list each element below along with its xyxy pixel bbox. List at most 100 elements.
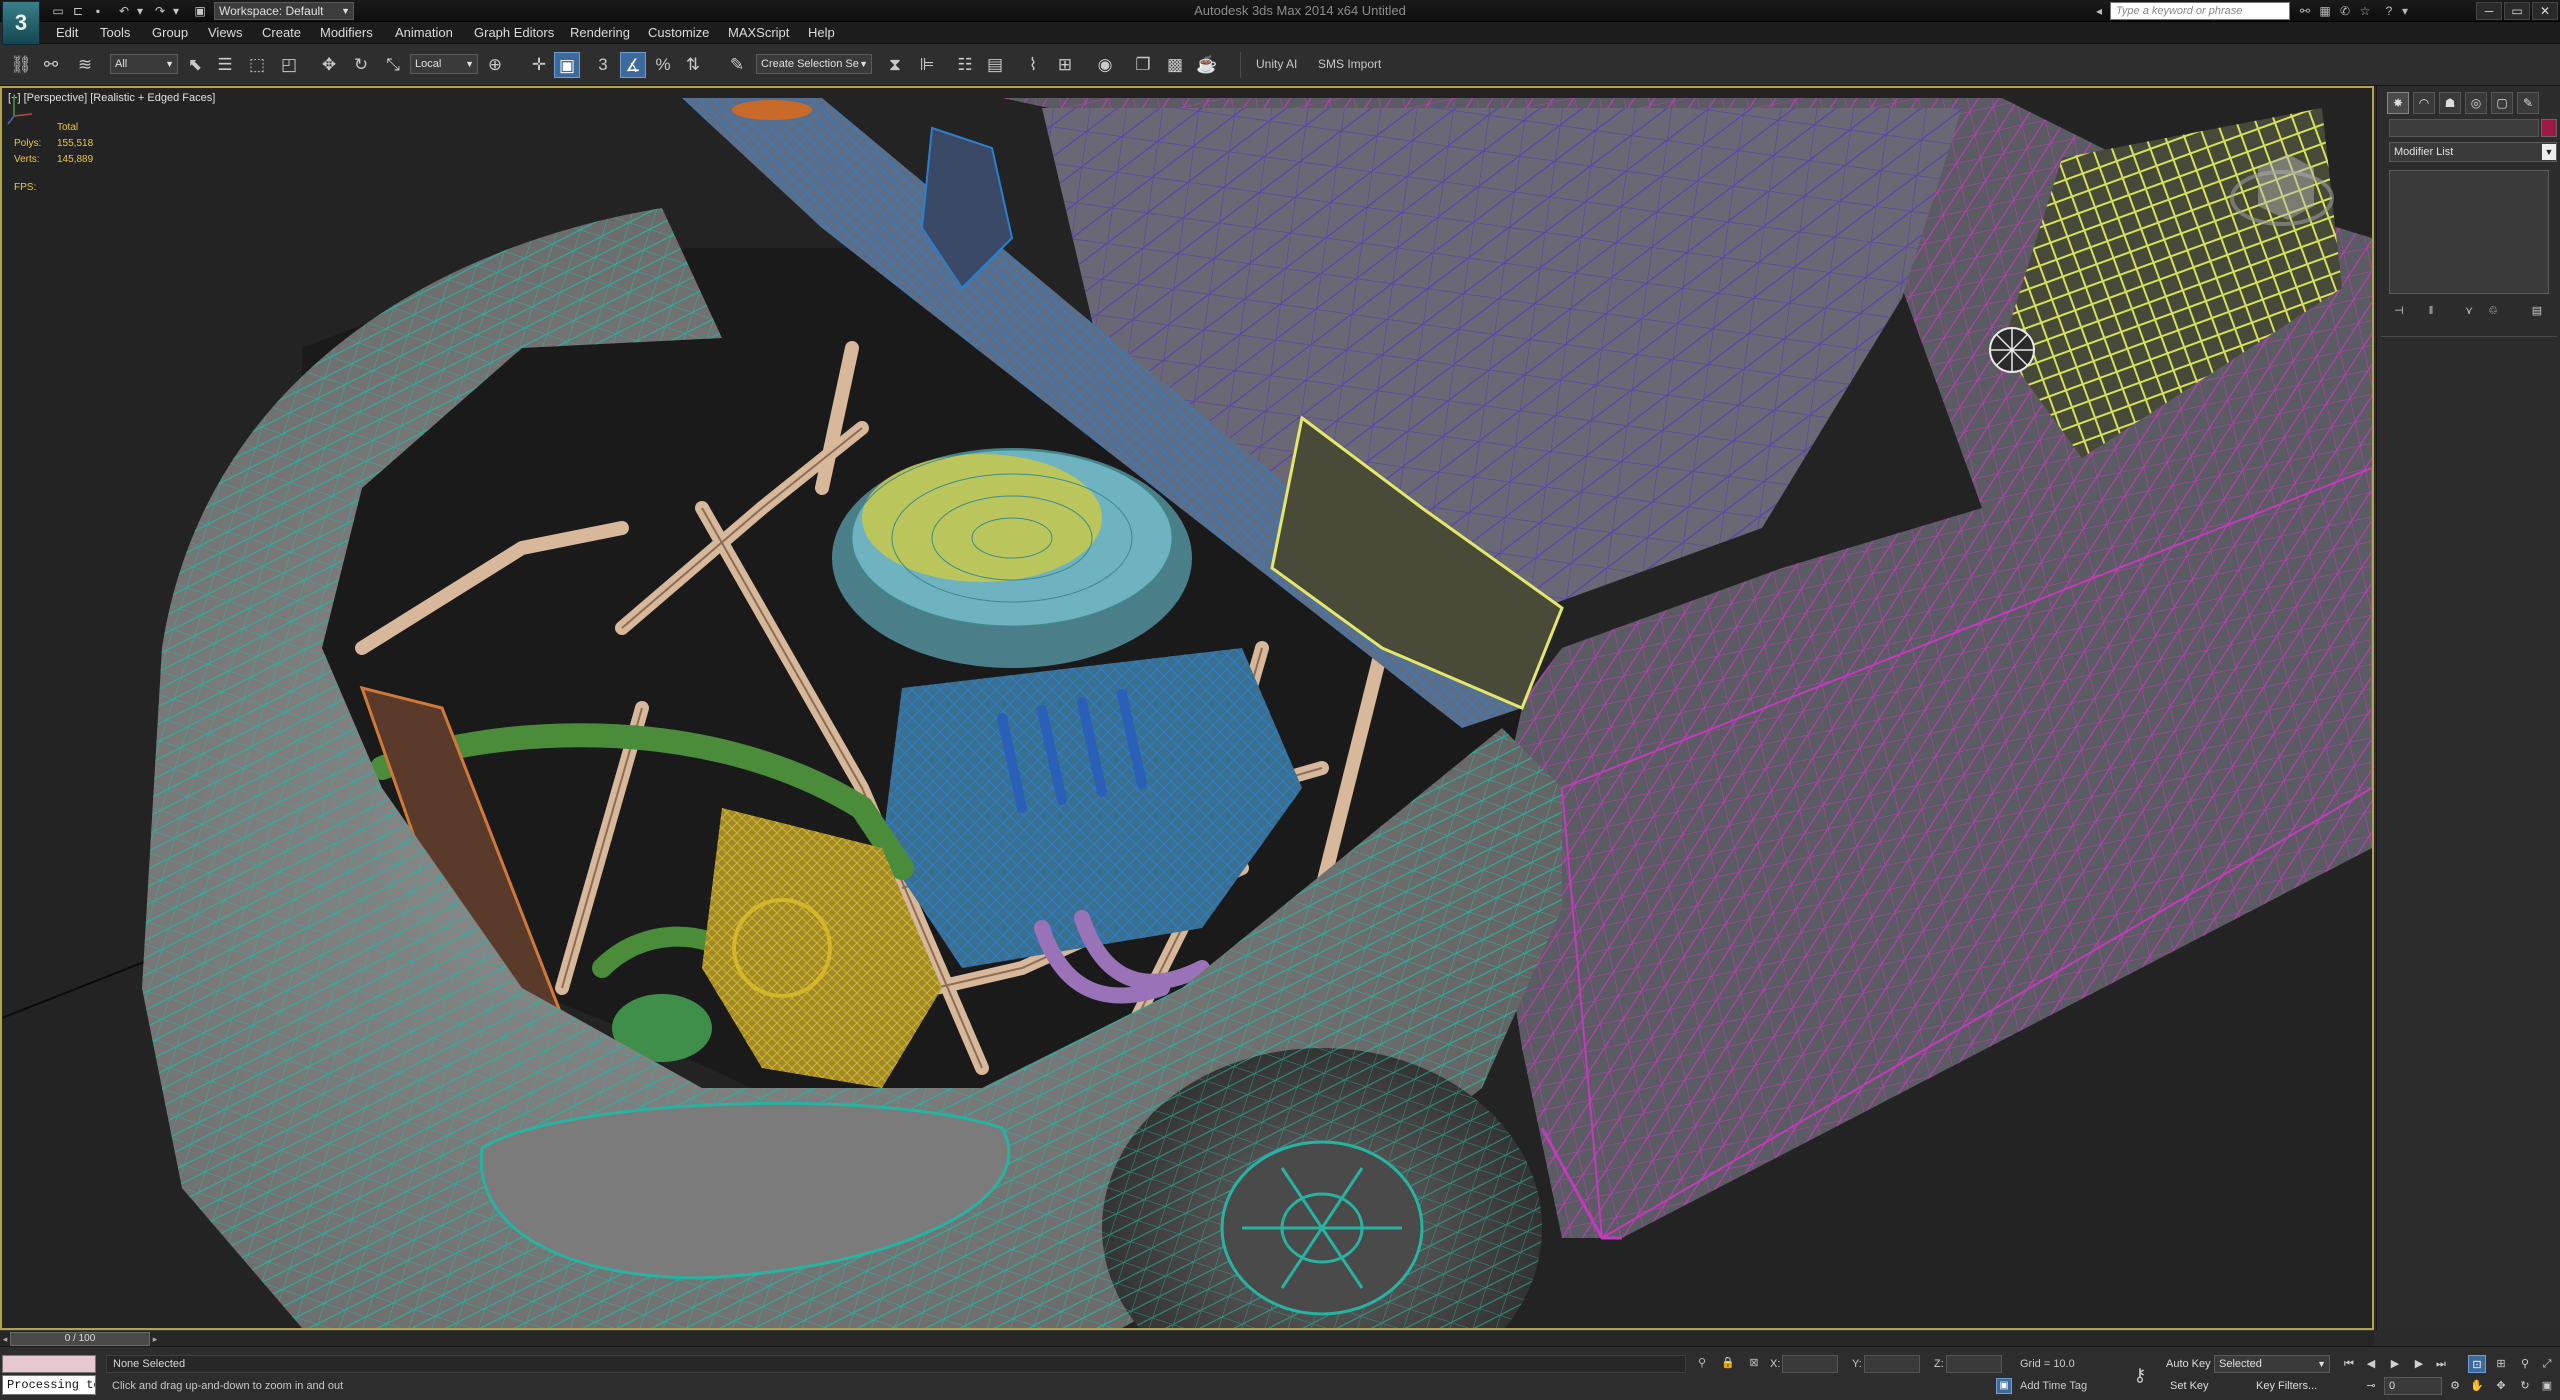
hierarchy-tab-icon[interactable]: ☗	[2439, 92, 2461, 114]
modify-tab-icon[interactable]: ◠	[2413, 92, 2435, 114]
layer-manager-icon[interactable]: ☷	[952, 52, 978, 78]
redo-icon[interactable]: ↷	[152, 3, 168, 19]
unity-ai-button[interactable]: Unity AI	[1256, 54, 1297, 74]
unlink-icon[interactable]: ⚯	[38, 52, 64, 78]
pan-view-icon[interactable]: ✥	[2492, 1377, 2510, 1395]
help-dropdown-icon[interactable]: ▾	[2396, 3, 2414, 19]
reference-coordinate-dropdown[interactable]: Local ▼	[410, 54, 478, 74]
time-tag-icon[interactable]: ▣	[1996, 1378, 2012, 1394]
named-selection-dropdown[interactable]: Create Selection Se ▼	[756, 54, 872, 74]
menu-customize[interactable]: Customize	[648, 22, 709, 44]
spinner-snap-icon[interactable]: ⇅	[680, 52, 706, 78]
mirror-icon[interactable]: ⧗	[882, 52, 908, 78]
next-frame-icon[interactable]: ▶	[2410, 1355, 2428, 1373]
maximize-viewport-icon[interactable]: ⤢	[2538, 1355, 2556, 1373]
search-input[interactable]: Type a keyword or phrase	[2110, 2, 2290, 20]
make-unique-icon[interactable]: ⋎	[2459, 302, 2479, 320]
pin-stack-icon[interactable]: ⊣	[2389, 302, 2409, 320]
pivot-center-icon[interactable]: ⊕	[482, 52, 508, 78]
modifier-list-dropdown[interactable]: Modifier List ▼	[2389, 142, 2557, 162]
isolate-selection-icon[interactable]: ⚲	[1694, 1355, 1710, 1371]
binoculars-icon[interactable]: ⚯	[2296, 3, 2314, 19]
menu-tools[interactable]: Tools	[100, 22, 130, 44]
maximize-button[interactable]: ▭	[2504, 2, 2530, 20]
auto-key-button[interactable]: Auto Key	[2166, 1355, 2211, 1373]
perspective-viewport[interactable]: [+] [Perspective] [Realistic + Edged Fac…	[0, 86, 2374, 1330]
open-file-icon[interactable]: ⊏	[70, 3, 86, 19]
select-manipulate-icon[interactable]: ✛	[526, 52, 552, 78]
object-color-swatch[interactable]	[2541, 119, 2557, 137]
snaps-toggle-icon[interactable]: 3	[590, 52, 616, 78]
render-setup-icon[interactable]: ❐	[1130, 52, 1156, 78]
edit-named-selection-icon[interactable]: ✎	[724, 52, 750, 78]
search-pin-icon[interactable]: ◂	[2090, 3, 2108, 19]
select-object-icon[interactable]: ⬉	[182, 52, 208, 78]
favorites-star-icon[interactable]: ☆	[2356, 3, 2374, 19]
zoom-all-icon[interactable]: ⊞	[2492, 1355, 2510, 1373]
zoom-extents-icon[interactable]: ⊡	[2468, 1355, 2486, 1373]
configure-sets-icon[interactable]: ▤	[2527, 302, 2547, 320]
render-production-icon[interactable]: ☕	[1194, 52, 1220, 78]
window-crossing-icon[interactable]: ◰	[276, 52, 302, 78]
link-icon[interactable]: ⛓	[8, 52, 34, 78]
redo-dropdown-icon[interactable]: ▾	[168, 3, 184, 19]
time-configuration-icon[interactable]: ⚙	[2446, 1377, 2464, 1395]
utilities-tab-icon[interactable]: ✎	[2517, 92, 2539, 114]
select-by-name-icon[interactable]: ☰	[212, 52, 238, 78]
zoom-icon[interactable]: ⚲	[2516, 1355, 2534, 1373]
sms-import-button[interactable]: SMS Import	[1318, 54, 1381, 74]
selection-region-icon[interactable]: ⬚	[244, 52, 270, 78]
go-to-end-icon[interactable]: ⏭	[2432, 1355, 2450, 1373]
key-filters-button[interactable]: Key Filters...	[2238, 1377, 2330, 1395]
key-mode-dropdown[interactable]: Selected ▼	[2214, 1355, 2330, 1373]
selection-filter-dropdown[interactable]: All ▼	[110, 54, 178, 74]
orbit-icon[interactable]: ↻	[2516, 1377, 2534, 1395]
current-frame-field[interactable]: 0	[2384, 1377, 2442, 1395]
key-mode-toggle-icon[interactable]: ⊸	[2362, 1377, 2380, 1395]
menu-modifiers[interactable]: Modifiers	[320, 22, 373, 44]
y-coordinate-field[interactable]	[1864, 1355, 1920, 1373]
schematic-view-icon[interactable]: ⊞	[1052, 52, 1078, 78]
close-button[interactable]: ✕	[2532, 2, 2558, 20]
keyboard-shortcut-override-icon[interactable]: ▣	[554, 52, 580, 78]
display-tab-icon[interactable]: ▢	[2491, 92, 2513, 114]
menu-group[interactable]: Group	[152, 22, 188, 44]
motion-tab-icon[interactable]: ◎	[2465, 92, 2487, 114]
maxscript-listener-output[interactable]	[2, 1355, 96, 1373]
workspace-dropdown[interactable]: Workspace: Default ▼	[214, 2, 354, 20]
object-name-field[interactable]	[2389, 119, 2539, 137]
subscription-icon[interactable]: ▦	[2316, 3, 2334, 19]
selection-lock-icon[interactable]: 🔒	[1720, 1355, 1736, 1371]
angle-snap-icon[interactable]: ∡	[620, 52, 646, 78]
percent-snap-icon[interactable]: %	[650, 52, 676, 78]
menu-animation[interactable]: Animation	[395, 22, 453, 44]
previous-frame-icon[interactable]: ◀	[2362, 1355, 2380, 1373]
rendered-frame-window-icon[interactable]: ▩	[1162, 52, 1188, 78]
field-of-view-icon[interactable]: ✋	[2468, 1377, 2486, 1395]
material-editor-icon[interactable]: ◉	[1092, 52, 1118, 78]
modifier-stack[interactable]	[2389, 170, 2549, 294]
next-frame-arrow-icon[interactable]: ▸	[150, 1331, 160, 1347]
menu-graph-editors[interactable]: Graph Editors	[474, 22, 554, 44]
bind-space-warp-icon[interactable]: ≋	[72, 52, 98, 78]
align-icon[interactable]: ⊫	[914, 52, 940, 78]
time-slider[interactable]: 0 / 100	[10, 1332, 150, 1346]
menu-maxscript[interactable]: MAXScript	[728, 22, 789, 44]
undo-icon[interactable]: ↶	[116, 3, 132, 19]
minimize-button[interactable]: ─	[2476, 2, 2502, 20]
graphite-ribbon-icon[interactable]: ▤	[982, 52, 1008, 78]
menu-edit[interactable]: Edit	[56, 22, 78, 44]
go-to-start-icon[interactable]: ⏮	[2340, 1355, 2358, 1373]
move-icon[interactable]: ✥	[316, 52, 342, 78]
menu-create[interactable]: Create	[262, 22, 301, 44]
curve-editor-icon[interactable]: ⌇	[1020, 52, 1046, 78]
save-file-icon[interactable]: ▪	[90, 3, 106, 19]
menu-rendering[interactable]: Rendering	[570, 22, 630, 44]
maximize-toggle-icon[interactable]: ▣	[2538, 1377, 2556, 1395]
z-coordinate-field[interactable]	[1946, 1355, 2002, 1373]
remove-modifier-icon[interactable]: ♲	[2483, 302, 2503, 320]
new-file-icon[interactable]: ▭	[50, 3, 66, 19]
rotate-icon[interactable]: ↻	[348, 52, 374, 78]
show-end-result-icon[interactable]: ‖	[2421, 302, 2441, 320]
create-tab-icon[interactable]: ✸	[2387, 92, 2409, 114]
